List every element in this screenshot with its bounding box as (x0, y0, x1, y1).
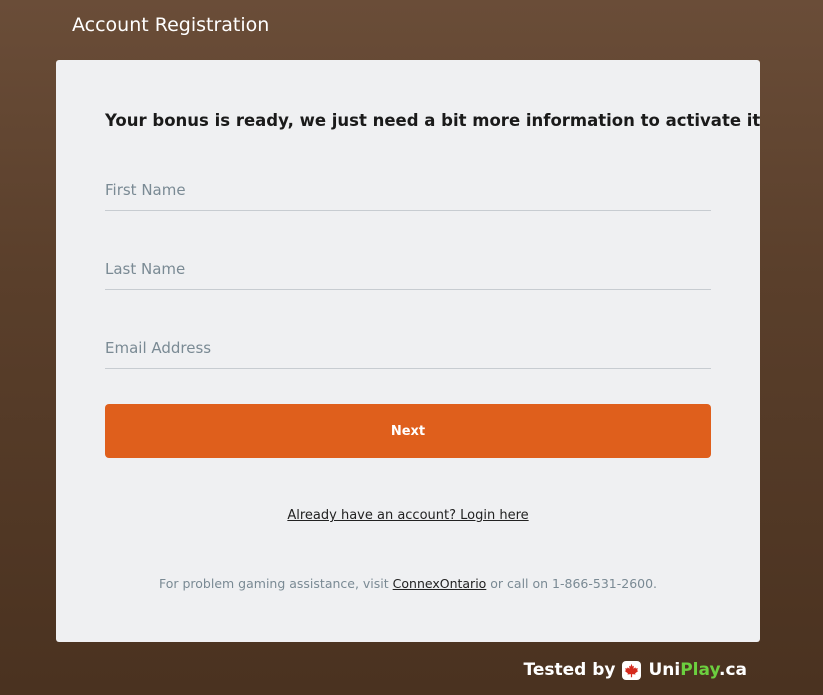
login-link-container: Already have an account? Login here (56, 508, 760, 523)
tested-by-badge: Tested by UniPlay.ca (524, 660, 748, 680)
brand-tld: .ca (718, 660, 747, 680)
tested-by-label: Tested by (523, 660, 616, 680)
registration-card: Your bonus is ready, we just need a bit … (56, 60, 760, 642)
brand-uni: Uni (648, 660, 681, 680)
connex-ontario-link[interactable]: ConnexOntario (393, 576, 487, 591)
email-field-wrapper (105, 328, 711, 369)
brand-logo: UniPlay.ca (648, 660, 747, 680)
maple-leaf-icon (622, 660, 642, 680)
brand-play: Play (680, 660, 719, 680)
next-button[interactable]: Next (105, 404, 711, 458)
last-name-input[interactable] (105, 249, 711, 289)
first-name-field-wrapper (105, 170, 711, 211)
form-headline: Your bonus is ready, we just need a bit … (105, 111, 761, 130)
page-title: Account Registration (72, 14, 270, 36)
problem-gaming-note: For problem gaming assistance, visit Con… (56, 576, 760, 591)
note-suffix: or call on 1-866-531-2600. (486, 576, 658, 591)
first-name-input[interactable] (105, 170, 711, 210)
login-link[interactable]: Already have an account? Login here (287, 508, 528, 523)
note-prefix: For problem gaming assistance, visit (158, 576, 393, 591)
email-input[interactable] (105, 328, 711, 368)
last-name-field-wrapper (105, 249, 711, 290)
